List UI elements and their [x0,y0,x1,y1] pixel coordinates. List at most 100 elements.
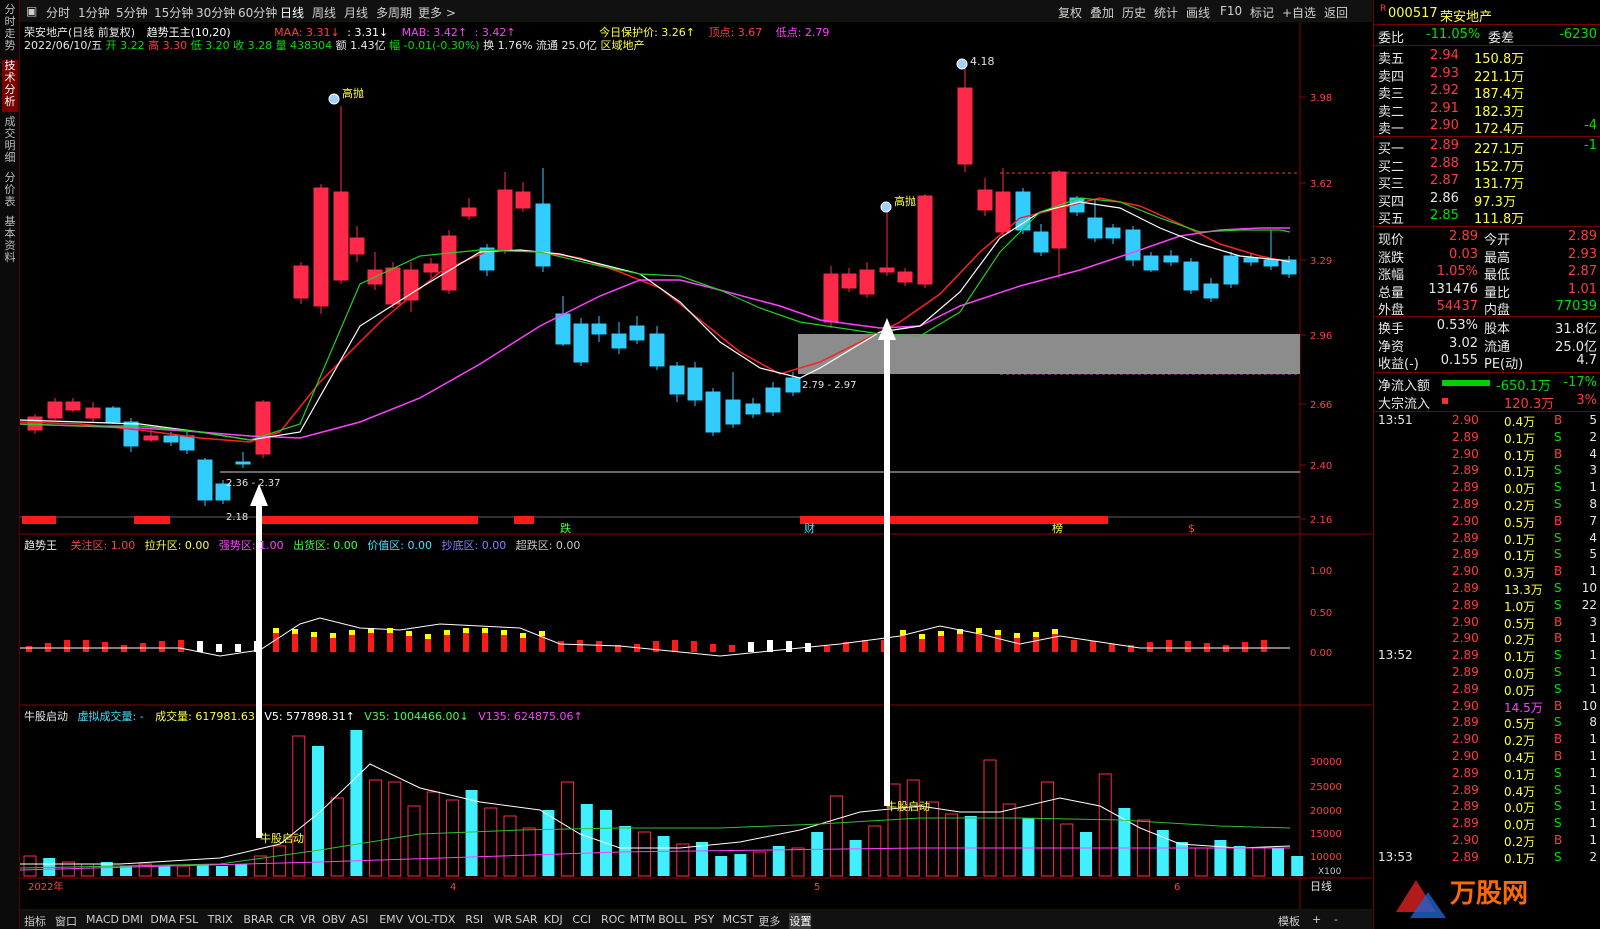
netflow-row: 净流入额 -650.1万 -17% [1378,375,1597,394]
period-30min[interactable]: 30分钟 [196,4,235,21]
stock-code: 000517 [1388,6,1438,21]
period-weekly[interactable]: 周线 [312,4,336,21]
indicator-tab-2[interactable]: MACD [86,913,119,926]
vol-bar [696,842,708,876]
candle-body [1125,229,1141,261]
indicator-tab-5[interactable]: FSL [179,913,198,926]
period-daily[interactable]: 日线 [280,4,304,21]
ind1-bar-top [995,630,1001,635]
ind2-title[interactable]: 牛股启动 [24,710,68,723]
tick-row: 2.90 0.4万 B 1 [1452,749,1597,765]
bar-float: 流通 25.0亿 [536,39,598,52]
indicator-tab-4[interactable]: DMA [150,913,176,926]
indicator-tab-12[interactable]: EMV [379,913,403,926]
period-intraday[interactable]: 分时 [46,4,70,21]
indicator-tab-25[interactable]: 设置 [789,913,812,929]
indicator-tab-1[interactable]: 窗口 [55,913,77,929]
indicator-tab-20[interactable]: MTM [630,913,656,926]
indicator-tab-7[interactable]: BRAR [243,913,273,926]
indicator-tab-23[interactable]: MCST [723,913,754,926]
mark-button[interactable]: 标记 [1250,4,1274,21]
bar-sector[interactable]: 区域地产 [601,39,645,52]
ind1-bar-top [938,631,944,636]
stats-button[interactable]: 统计 [1154,4,1178,21]
candle-body [255,401,271,455]
candle-body [957,87,973,165]
bottom-right-2[interactable]: - [1334,913,1338,926]
period-multi[interactable]: 多周期 [376,4,412,21]
netflow-bar [1442,380,1490,386]
ind1-bar [1090,641,1096,652]
kline-chart-svg[interactable]: 3.98 3.62 3.29 2.96 2.66 2.40 2.16 跌 财 榜 $ 1.00 0.… [20,22,1372,909]
indicator-tab-3[interactable]: DMI [122,913,143,926]
blockflow-bar [1442,398,1448,404]
vol-bar [964,816,977,876]
indicator-tab-18[interactable]: CCI [572,913,591,926]
tab-basic-info[interactable]: 基本资料 [2,216,18,268]
ind1-bar [672,640,678,652]
bottom-right-0[interactable]: 模板 [1278,913,1300,929]
candle-body [1143,255,1159,271]
ind1-bar-top [463,628,469,633]
tab-trade-detail[interactable]: 成交明细 [2,116,18,168]
period-monthly[interactable]: 月线 [344,4,368,21]
ind1-bar [102,642,108,652]
overlay-button[interactable]: 叠加 [1090,4,1114,21]
candle-body [841,273,857,289]
vol-bar [1022,818,1035,876]
indicator-tab-19[interactable]: ROC [601,913,625,926]
candle-body [197,459,213,501]
indicator-tab-10[interactable]: OBV [322,913,345,926]
indicator-tab-16[interactable]: SAR [515,913,537,926]
indicator-tab-24[interactable]: 更多 [758,913,780,929]
vol-bar [1176,842,1188,876]
period-1min[interactable]: 1分钟 [78,4,110,21]
window-icon[interactable]: ▣ [26,4,37,18]
indicator-tab-15[interactable]: WR [494,913,513,926]
ind1-bar-top [387,628,393,633]
period-60min[interactable]: 60分钟 [238,4,277,21]
f10-button[interactable]: F10 [1220,4,1242,18]
vol-bar [235,864,248,876]
bottom-right-1[interactable]: + [1312,913,1321,926]
tick-row: 2.90 0.5万 B 7 [1452,513,1597,530]
tab-technical-analysis[interactable]: 技术分析 [2,60,18,112]
fuquan-button[interactable]: 复权 [1058,4,1082,21]
indicator-tab-0[interactable]: 指标 [24,913,46,929]
tick-row: 2.90 0.1万 B 4 [1452,446,1597,463]
draw-button[interactable]: 画线 [1186,4,1210,21]
indicator-tab-6[interactable]: TRIX [208,913,233,926]
stat-row: 涨幅 1.05% 最低 2.87 [1378,264,1597,284]
tab-price-table[interactable]: 分价表 [2,172,18,212]
indicator-tab-13[interactable]: VOL-TDX [408,913,456,926]
indicator-tab-22[interactable]: PSY [694,913,714,926]
bar-turnover: 换 1.76% [483,39,533,52]
add-watchlist-button[interactable]: +自选 [1282,4,1316,21]
ind1-over: 超跌区: 0.00 [515,539,581,552]
niu-signal-label: 牛股启动 [260,831,304,845]
chart-area[interactable]: 3.98 3.62 3.29 2.96 2.66 2.40 2.16 跌 财 榜 $ 1.00 0.… [20,22,1372,909]
ind1-bar-top [444,630,450,635]
price-tick-label: 2.40 [1310,461,1332,472]
ind1-title[interactable]: 趋势王 [24,539,57,552]
band-segment [22,516,56,524]
tab-intraday[interactable]: 分时走势 [2,4,18,56]
indicator-tab-21[interactable]: BOLL [658,913,686,926]
indicator-tab-17[interactable]: KDJ [544,913,563,926]
tick-row: 2.89 0.2万 S 8 [1452,497,1597,513]
stat-row: 外盘 54437 内盘 77039 [1378,299,1597,319]
back-button[interactable]: 返回 [1324,4,1348,21]
indicator-tab-8[interactable]: CR [279,913,294,926]
history-button[interactable]: 历史 [1122,4,1146,21]
indicator-tab-11[interactable]: ASI [351,913,369,926]
tick-row: 2.89 0.1万 S 2 [1452,429,1597,446]
x-axis-label: 5 [814,882,820,893]
ind1-bar [710,644,716,652]
period-5min[interactable]: 5分钟 [116,4,148,21]
indicator-tab-14[interactable]: RSI [465,913,483,926]
period-15min[interactable]: 15分钟 [154,4,193,21]
candle-body [515,191,531,209]
band-segment [258,516,478,524]
indicator-tab-9[interactable]: VR [301,913,316,926]
period-more[interactable]: 更多 > [418,4,456,21]
